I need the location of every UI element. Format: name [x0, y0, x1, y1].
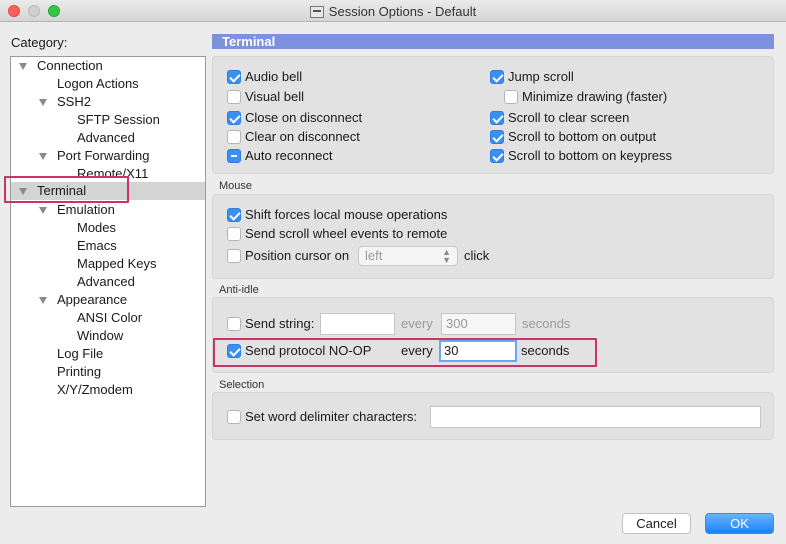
- mouse-panel: Shift forces local mouse operations Send…: [212, 194, 774, 279]
- tree-item-ansi-color[interactable]: ANSI Color: [77, 309, 142, 327]
- checkbox-checked-icon[interactable]: [490, 70, 504, 84]
- anti-idle-group-label: Anti-idle: [219, 284, 259, 296]
- category-label: Category:: [11, 35, 68, 50]
- send-string-seconds-label: seconds: [522, 316, 571, 331]
- tree-item-port-forwarding[interactable]: Port Forwarding: [37, 147, 149, 165]
- send-noop-highlight-annotation: [213, 338, 597, 367]
- selection-group-label: Selection: [219, 379, 265, 391]
- checkbox-unchecked-icon[interactable]: [227, 90, 241, 104]
- tree-item-xyzmodem[interactable]: X/Y/Zmodem: [57, 381, 133, 399]
- chevron-updown-icon: ▲ ▼: [442, 247, 451, 265]
- tree-item-mapped-keys[interactable]: Mapped Keys: [77, 255, 157, 273]
- checkbox-checked-icon[interactable]: [490, 149, 504, 163]
- checkbox-unchecked-icon[interactable]: [504, 90, 518, 104]
- tree-item-log-file[interactable]: Log File: [57, 345, 103, 363]
- send-string-input[interactable]: [320, 313, 395, 335]
- window-title: Session Options - Default: [0, 4, 786, 19]
- click-label: click: [464, 248, 490, 263]
- session-document-icon: [309, 6, 324, 18]
- tree-item-advanced-ssh[interactable]: Advanced: [77, 129, 135, 147]
- checkbox-checked-icon[interactable]: [227, 208, 241, 222]
- tree-item-window[interactable]: Window: [77, 327, 123, 345]
- send-string-interval-input[interactable]: 300: [441, 313, 516, 335]
- terminal-options-panel: Audio bell Visual bell Close on disconne…: [212, 56, 774, 174]
- disclosure-triangle-icon[interactable]: [39, 297, 47, 304]
- tree-item-logon-actions[interactable]: Logon Actions: [57, 75, 139, 93]
- category-tree[interactable]: Connection Logon Actions SSH2 SFTP Sessi…: [10, 56, 206, 507]
- disclosure-triangle-icon[interactable]: [39, 99, 47, 106]
- checkbox-mixed-icon[interactable]: [227, 149, 241, 163]
- section-header: Terminal: [212, 34, 774, 49]
- word-delimiter-input[interactable]: [430, 406, 761, 428]
- checkbox-unchecked-icon[interactable]: [227, 410, 241, 424]
- checkbox-unchecked-icon[interactable]: [227, 317, 241, 331]
- selection-panel: Set word delimiter characters:: [212, 392, 774, 440]
- checkbox-unchecked-icon[interactable]: [227, 227, 241, 241]
- tree-item-sftp-session[interactable]: SFTP Session: [77, 111, 160, 129]
- checkbox-checked-icon[interactable]: [227, 111, 241, 125]
- window-title-text: Session Options - Default: [328, 4, 477, 19]
- title-bar: Session Options - Default: [0, 0, 786, 22]
- checkbox-checked-icon[interactable]: [490, 130, 504, 144]
- position-cursor-select[interactable]: left ▲ ▼: [358, 246, 458, 266]
- terminal-highlight-annotation: [4, 176, 129, 203]
- checkbox-unchecked-icon[interactable]: [227, 130, 241, 144]
- checkbox-unchecked-icon[interactable]: [227, 249, 241, 263]
- disclosure-triangle-icon[interactable]: [39, 207, 47, 214]
- tree-item-connection[interactable]: Connection: [17, 57, 103, 75]
- send-string-every-label: every: [401, 316, 433, 331]
- checkbox-checked-icon[interactable]: [490, 111, 504, 125]
- tree-item-emacs[interactable]: Emacs: [77, 237, 117, 255]
- tree-item-modes[interactable]: Modes: [77, 219, 116, 237]
- ok-button[interactable]: OK: [705, 513, 774, 534]
- checkbox-checked-icon[interactable]: [227, 70, 241, 84]
- mouse-group-label: Mouse: [219, 180, 253, 192]
- cancel-button[interactable]: Cancel: [622, 513, 691, 534]
- disclosure-triangle-icon[interactable]: [39, 153, 47, 160]
- tree-item-advanced-emulation[interactable]: Advanced: [77, 273, 135, 291]
- tree-item-emulation[interactable]: Emulation: [37, 201, 115, 219]
- tree-item-appearance[interactable]: Appearance: [37, 291, 127, 309]
- tree-item-ssh2[interactable]: SSH2: [37, 93, 91, 111]
- tree-item-printing[interactable]: Printing: [57, 363, 101, 381]
- disclosure-triangle-icon[interactable]: [19, 63, 27, 70]
